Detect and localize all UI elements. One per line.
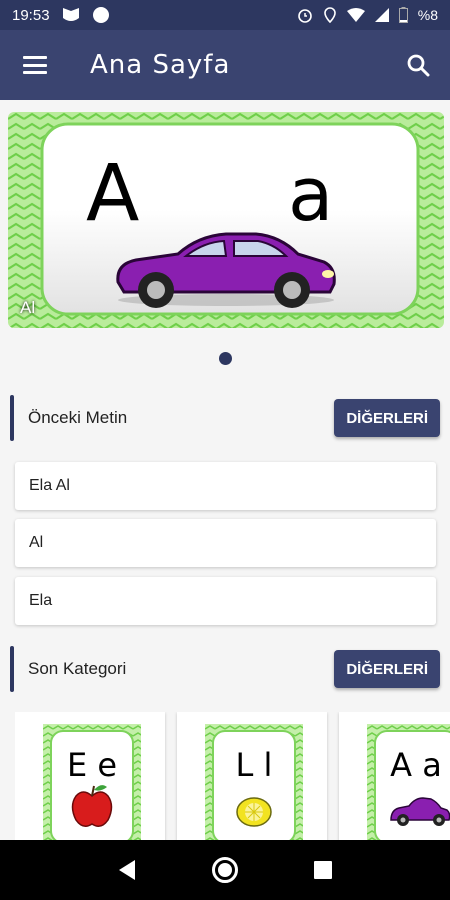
- system-navigation-bar: [0, 840, 450, 900]
- card-illustration: L l: [205, 724, 303, 842]
- battery-icon: [398, 7, 408, 23]
- status-time: 19:53: [12, 6, 50, 24]
- app-bar: Ana Sayfa: [0, 30, 450, 100]
- alarm-icon: [297, 9, 312, 23]
- previous-text-header: Önceki Metin DİĞERLERİ: [10, 393, 440, 443]
- circle-icon: [92, 7, 109, 23]
- last-category-header: Son Kategori DİĞERLERİ: [10, 644, 440, 694]
- section-title: Önceki Metin: [28, 408, 128, 427]
- banner-illustration: A a: [8, 112, 444, 328]
- search-button[interactable]: [386, 30, 450, 100]
- card-letters: L l: [236, 746, 273, 784]
- featured-banner[interactable]: A a Al: [8, 112, 444, 328]
- text-list-item[interactable]: Ela Al: [15, 462, 436, 510]
- category-card[interactable]: E e: [15, 712, 165, 842]
- page-title: Ana Sayfa: [90, 50, 231, 80]
- section-title: Son Kategori: [28, 659, 127, 678]
- signal-icon: [374, 8, 389, 22]
- card-letters: E e: [67, 746, 117, 784]
- back-icon[interactable]: [117, 859, 137, 881]
- banner-uppercase-letter: A: [86, 149, 139, 239]
- previous-text-more-button[interactable]: DİĞERLERİ: [334, 399, 440, 437]
- card-illustration: A a: [367, 724, 450, 842]
- banner-caption: Al: [20, 298, 36, 317]
- search-icon: [407, 54, 430, 77]
- section-accent-bar: [10, 395, 14, 441]
- category-cards: E e L l A a: [15, 712, 450, 842]
- lemon-icon: [236, 797, 272, 827]
- text-list-item[interactable]: Ela: [15, 577, 436, 625]
- recents-icon[interactable]: [313, 860, 333, 880]
- card-letters: A a: [390, 746, 442, 784]
- text-list-item[interactable]: Al: [15, 519, 436, 567]
- carousel-indicator[interactable]: [219, 352, 232, 365]
- status-bar: 19:53 %8: [0, 0, 450, 30]
- category-card[interactable]: A a: [339, 712, 450, 842]
- menu-button[interactable]: [0, 30, 70, 100]
- banner-lowercase-letter: a: [288, 152, 333, 238]
- home-icon[interactable]: [211, 856, 239, 884]
- last-category-more-button[interactable]: DİĞERLERİ: [334, 650, 440, 688]
- location-icon: [323, 7, 336, 23]
- card-illustration: E e: [43, 724, 141, 842]
- section-accent-bar: [10, 646, 14, 692]
- battery-percent: %8: [417, 7, 438, 23]
- category-card[interactable]: L l: [177, 712, 327, 842]
- hamburger-icon: [23, 56, 47, 74]
- shield-icon: [62, 8, 79, 21]
- wifi-icon: [346, 8, 365, 22]
